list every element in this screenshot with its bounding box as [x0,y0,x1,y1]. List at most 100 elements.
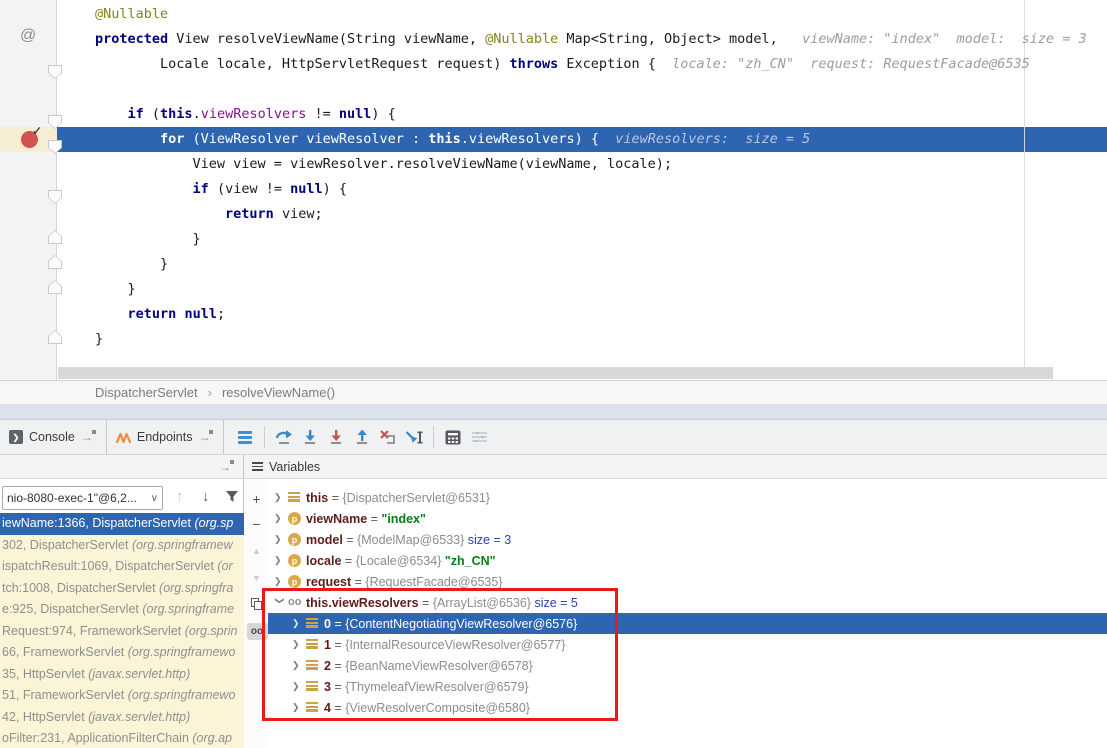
stack-frame-row[interactable]: e:925, DispatcherServlet (org.springfram… [0,599,244,621]
text-segment: request [306,575,351,589]
text-segment: model [306,533,343,547]
code-line[interactable]: } [57,227,1107,252]
breakpoint-icon[interactable]: ✓ [21,131,38,148]
code-line[interactable]: return null; [57,302,1107,327]
chevron-right-icon[interactable]: ❯ [292,702,306,713]
text-segment: if [128,106,144,122]
array-item-row-4[interactable]: ❯ 4 = {ViewResolverComposite@6580} [268,697,1107,718]
variable-row-model[interactable]: ❯ p model = {ModelMap@6533} size = 3 [268,529,1107,550]
chevron-right-icon[interactable]: ❯ [292,681,306,692]
run-to-cursor-icon [405,429,424,445]
code-line[interactable]: } [57,327,1107,352]
code-line[interactable]: View view = viewResolver.resolveViewName… [57,152,1107,177]
stack-frame-row[interactable]: 51, FrameworkServlet (org.springframewo [0,685,244,707]
stack-frame-row[interactable]: 302, DispatcherServlet (org.springframew [0,535,244,557]
step-into-button[interactable] [297,424,323,450]
show-watches-toggle-button[interactable]: oo [245,621,268,641]
code-line[interactable] [57,77,1107,102]
code-line[interactable]: } [57,277,1107,302]
chevron-right-icon[interactable]: ❯ [274,492,288,503]
text-segment: View view = viewResolver.resolveViewName… [95,156,672,172]
breakpoint-verified-check-icon: ✓ [32,124,42,138]
variables-menu-icon[interactable] [252,461,263,472]
remove-watch-button[interactable]: − [245,514,268,534]
next-frame-button[interactable]: ↓ [202,488,210,505]
thread-name: nio-8080-exec-1"@6,2... [7,491,149,505]
chevron-right-icon[interactable]: ❯ [274,534,288,545]
code-line[interactable]: if (this.viewResolvers != null) { [57,102,1107,127]
code-text-area[interactable]: @Nullable protected View resolveViewName… [57,0,1107,367]
code-line[interactable]: if (view != null) { [57,177,1107,202]
stack-frame-row[interactable]: tch:1008, DispatcherServlet (org.springf… [0,578,244,600]
tab-options-arrow-icon[interactable]: → [198,430,214,444]
chevron-expanded-icon[interactable]: ❯ [274,597,285,611]
stack-frame-row[interactable]: 35, HttpServlet (javax.servlet.http) [0,664,244,686]
code-line[interactable]: protected View resolveViewName(String vi… [57,27,1107,52]
step-over-button[interactable] [271,424,297,450]
text-segment: size = 3 [468,533,511,547]
text-segment: for [160,131,184,147]
stack-frame-row[interactable]: 66, FrameworkServlet (org.springframewo [0,642,244,664]
variable-row-locale[interactable]: ❯ p locale = {Locale@6534} "zh_CN" [268,550,1107,571]
array-item-row-2[interactable]: ❯ 2 = {BeanNameViewResolver@6578} [268,655,1107,676]
chevron-right-icon[interactable]: ❯ [274,513,288,524]
thread-selector-dropdown[interactable]: nio-8080-exec-1"@6,2... ∨ [2,486,163,510]
array-item-row-0[interactable]: ❯ 0 = {ContentNegotiatingViewResolver@65… [268,613,1107,634]
text-segment: ) { [371,106,395,122]
text-segment: 42, HttpServlet [2,710,88,724]
text-segment: 1 [324,638,331,652]
layout-menu-icon[interactable] [232,424,258,450]
text-segment: ispatchResult:1069, DispatcherServlet [2,559,217,573]
hide-library-frames-filter-button[interactable] [225,490,239,507]
force-step-into-button[interactable] [323,424,349,450]
text-segment: @Nullable [95,6,168,22]
duplicate-watch-button[interactable] [245,594,268,614]
chevron-right-icon[interactable]: ❯ [274,555,288,566]
chevron-right-icon[interactable]: ❯ [274,576,288,587]
step-out-button[interactable] [349,424,375,450]
stack-frame-row[interactable]: 42, HttpServlet (javax.servlet.http) [0,707,244,729]
code-editor[interactable]: @ ✓ @Nullable protected View resolveView… [0,0,1107,380]
console-icon: ❯ [9,430,23,444]
text-segment: = [331,701,345,715]
text-segment: return [225,206,274,222]
tab-endpoints[interactable]: Endpoints → [107,420,225,454]
array-item-row-1[interactable]: ❯ 1 = {InternalResourceViewResolver@6577… [268,634,1107,655]
tab-options-arrow-icon[interactable]: → [81,430,97,444]
editor-gutter[interactable]: @ ✓ [0,0,57,380]
chevron-right-icon[interactable]: ❯ [292,660,306,671]
stack-frame-row[interactable]: iewName:1366, DispatcherServlet (org.sp [0,513,244,535]
evaluate-expression-button[interactable] [440,424,466,450]
variable-row-viewname[interactable]: ❯ p viewName = "index" [268,508,1107,529]
chevron-right-icon[interactable]: ❯ [292,618,306,629]
value-icon [306,660,318,671]
previous-frame-button[interactable]: ↑ [176,488,184,505]
variable-row-request[interactable]: ❯ p request = {RequestFacade@6535} [268,571,1107,592]
breadcrumb-class[interactable]: DispatcherServlet [95,385,198,400]
move-watch-up-button[interactable]: ▲ [245,541,268,561]
panel-options-arrow-icon[interactable]: → [219,460,235,474]
stack-frame-row[interactable]: ispatchResult:1069, DispatcherServlet (o… [0,556,244,578]
move-watch-down-button[interactable]: ▼ [245,568,268,588]
text-segment [95,306,128,322]
breadcrumb-method[interactable]: resolveViewName() [222,385,335,400]
array-item-row-3[interactable]: ❯ 3 = {ThymeleafViewResolver@6579} [268,676,1107,697]
watch-row-viewresolvers[interactable]: ❯ oo this.viewResolvers = {ArrayList@653… [268,592,1107,613]
run-to-cursor-button[interactable] [401,424,427,450]
horizontal-scrollbar[interactable] [58,367,1053,379]
current-execution-line[interactable]: for (ViewResolver viewResolver : this.vi… [57,127,1107,152]
stack-frame-row[interactable]: oFilter:231, ApplicationFilterChain (org… [0,728,244,748]
stack-frame-row[interactable]: Request:974, FrameworkServlet (org.sprin [0,621,244,643]
step-over-icon [275,429,293,445]
code-line[interactable]: @Nullable [57,2,1107,27]
code-line[interactable]: Locale locale, HttpServletRequest reques… [57,52,1107,77]
drop-frame-button[interactable] [375,424,401,450]
add-watch-button[interactable]: + [245,489,268,509]
code-line[interactable]: return view; [57,202,1107,227]
tab-console[interactable]: ❯ Console → [0,420,107,454]
settings-disabled-button[interactable] [466,424,492,450]
code-line[interactable]: } [57,252,1107,277]
variable-row-this[interactable]: ❯ this = {DispatcherServlet@6531} [268,487,1107,508]
text-segment: = [328,491,342,505]
chevron-right-icon[interactable]: ❯ [292,639,306,650]
